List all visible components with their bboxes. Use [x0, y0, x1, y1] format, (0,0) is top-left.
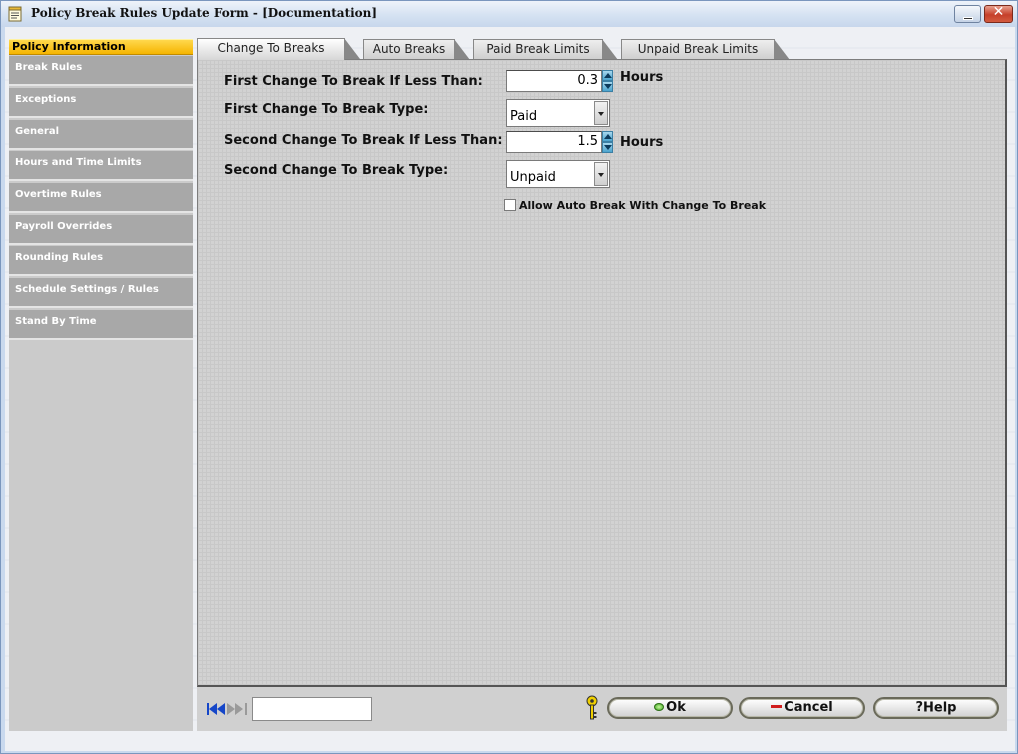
second-if-less-input[interactable]: 1.5 — [506, 131, 602, 153]
form-icon — [8, 6, 22, 22]
tab-label: Auto Breaks — [372, 42, 446, 56]
first-if-less-spinner[interactable] — [602, 70, 613, 92]
sidebar-item-general[interactable]: General — [9, 120, 193, 150]
cancel-button[interactable]: Cancel — [739, 697, 865, 719]
sidebar-item-payroll-overrides[interactable]: Payroll Overrides — [9, 215, 193, 245]
second-type-select[interactable]: Unpaid — [506, 160, 610, 188]
first-if-less-input[interactable]: 0.3 — [506, 70, 602, 92]
tab-change-to-breaks[interactable]: Change To Breaks — [197, 38, 360, 60]
first-type-label: First Change To Break Type: — [224, 102, 429, 117]
next-record-icon — [227, 703, 247, 715]
sidebar-item-exceptions[interactable]: Exceptions — [9, 88, 193, 118]
spin-up-icon[interactable] — [602, 70, 613, 81]
close-icon: ✕ — [992, 4, 1005, 20]
first-type-value: Paid — [510, 109, 538, 124]
minimize-button[interactable] — [954, 5, 981, 23]
dropdown-arrow-icon[interactable] — [594, 162, 608, 186]
bottom-toolbar: Ok Cancel ?Help — [197, 687, 1007, 731]
close-button[interactable]: ✕ — [984, 4, 1013, 23]
spin-up-icon[interactable] — [602, 131, 613, 142]
sidebar-item-hours-and-time-limits[interactable]: Hours and Time Limits — [9, 151, 193, 181]
client-area: Policy Information Break Rules Exception… — [5, 27, 1015, 751]
window-title: Policy Break Rules Update Form - [Docume… — [31, 6, 378, 20]
sidebar-item-schedule-settings-rules[interactable]: Schedule Settings / Rules — [9, 278, 193, 308]
change-to-breaks-panel: First Change To Break If Less Than: 0.3 … — [197, 59, 1007, 687]
first-unit-label: Hours — [620, 70, 664, 85]
sidebar-item-break-rules[interactable]: Break Rules — [9, 56, 193, 86]
key-icon[interactable] — [585, 695, 599, 721]
help-button[interactable]: ?Help — [873, 697, 999, 719]
tab-paid-break-limits[interactable]: Paid Break Limits — [473, 39, 618, 60]
dropdown-arrow-icon[interactable] — [594, 101, 608, 125]
minimize-icon — [963, 17, 973, 20]
auto-break-checkbox[interactable] — [504, 199, 516, 211]
sidebar: Policy Information Break Rules Exception… — [9, 39, 193, 731]
sidebar-header[interactable]: Policy Information — [9, 39, 193, 55]
tab-label: Change To Breaks — [217, 41, 325, 55]
sidebar-item-overtime-rules[interactable]: Overtime Rules — [9, 183, 193, 213]
first-type-select[interactable]: Paid — [506, 99, 610, 127]
auto-break-label[interactable]: Allow Auto Break With Change To Break — [519, 199, 766, 212]
help-label: Help — [923, 700, 957, 716]
tab-unpaid-break-limits[interactable]: Unpaid Break Limits — [621, 39, 790, 60]
spin-down-icon[interactable] — [602, 81, 613, 92]
ok-icon — [654, 702, 665, 711]
sidebar-item-stand-by-time[interactable]: Stand By Time — [9, 310, 193, 340]
help-icon: ? — [915, 700, 924, 715]
second-type-value: Unpaid — [510, 170, 556, 185]
spin-down-icon[interactable] — [602, 142, 613, 153]
sidebar-item-rounding-rules[interactable]: Rounding Rules — [9, 246, 193, 276]
tab-label: Unpaid Break Limits — [637, 42, 759, 56]
first-if-less-label: First Change To Break If Less Than: — [224, 74, 483, 89]
second-type-label: Second Change To Break Type: — [224, 163, 449, 178]
ok-label: Ok — [666, 700, 686, 715]
app-window: Policy Break Rules Update Form - [Docume… — [0, 0, 1018, 754]
title-bar[interactable]: Policy Break Rules Update Form - [Docume… — [1, 1, 1017, 27]
second-if-less-label: Second Change To Break If Less Than: — [224, 133, 503, 148]
tab-label: Paid Break Limits — [486, 42, 590, 56]
record-input[interactable] — [252, 697, 372, 721]
first-record-icon[interactable] — [207, 703, 229, 715]
cancel-label: Cancel — [784, 700, 833, 715]
ok-button[interactable]: Ok — [607, 697, 733, 719]
cancel-icon — [771, 705, 783, 708]
second-if-less-spinner[interactable] — [602, 131, 613, 153]
tab-auto-breaks[interactable]: Auto Breaks — [363, 39, 470, 60]
second-unit-label: Hours — [620, 135, 664, 150]
